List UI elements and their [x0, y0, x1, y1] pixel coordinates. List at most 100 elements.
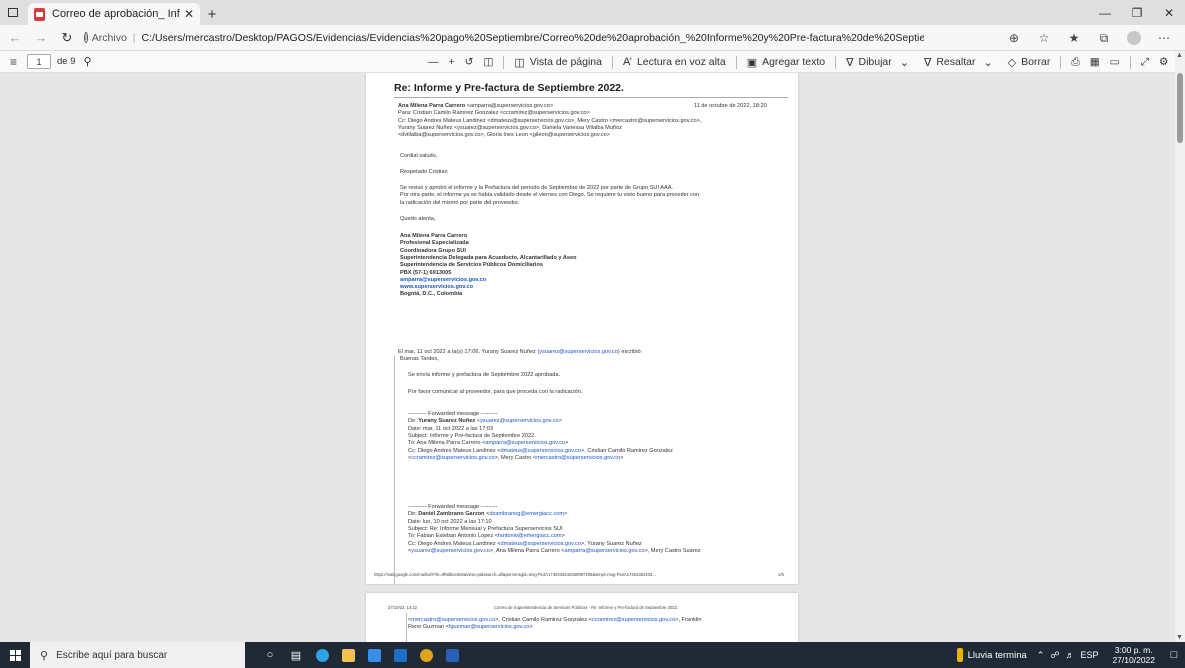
- page2-line-2: Rene Guzman <fguzman@superservicios.gov.…: [408, 624, 533, 631]
- scroll-down-icon[interactable]: ▼: [1176, 634, 1183, 641]
- divider: [394, 97, 788, 98]
- file-explorer-icon[interactable]: [335, 642, 361, 668]
- clock-date: 27/10/2022: [1112, 655, 1155, 665]
- url-separator: |: [132, 31, 136, 44]
- fwd2-cc-text-5: >, Mery Castro Suarez: [644, 547, 701, 554]
- zoom-in-button[interactable]: +: [449, 56, 455, 68]
- fwd1-cc-text: Cc: Diego Andres Mateus Landinez <: [408, 447, 501, 454]
- fit-page-icon[interactable]: ◫: [483, 56, 493, 68]
- clock[interactable]: 3:00 p. m. 27/10/2022: [1112, 645, 1155, 665]
- minimize-icon[interactable]: —: [1089, 0, 1121, 25]
- fwd1-from-link[interactable]: <ysuarez@superservicios.gov.co>: [477, 418, 562, 424]
- forward-icon[interactable]: →: [30, 27, 52, 49]
- refresh-icon[interactable]: ↻: [56, 27, 78, 49]
- rotate-icon[interactable]: ↺: [465, 56, 474, 68]
- tab-actions-menu-icon[interactable]: [0, 0, 26, 25]
- pdf-toolbar: ≡ 1 de 9 ⚲ — + ↺ ◫ ◫ Vista de página A’ Le…: [0, 51, 1185, 73]
- browser-tab[interactable]: Correo de aprobación_ Informe ✕: [28, 3, 200, 25]
- zoom-icon[interactable]: ⊕: [999, 27, 1029, 49]
- network-icon[interactable]: ☍: [1050, 650, 1059, 661]
- search-icon[interactable]: ⚲: [84, 55, 92, 68]
- url-text[interactable]: C:/Users/mercastro/Desktop/PAGOS/Evidenc…: [142, 32, 924, 44]
- signature-group: Coordinadora Grupo SUI: [400, 247, 466, 254]
- more-icon[interactable]: ⋯: [1149, 27, 1179, 49]
- new-tab-button[interactable]: +: [200, 3, 224, 25]
- save-as-icon[interactable]: ▭: [1110, 56, 1120, 68]
- fwd1-cc-link-1[interactable]: dmateus@superservicios.gov.co: [501, 448, 582, 454]
- fwd2-from-link[interactable]: dzambranog@emergiacc.com: [489, 511, 564, 517]
- p2-line1-link-1[interactable]: mercastro@superservicios.gov.co: [411, 617, 495, 623]
- fwd2-cc-link-2[interactable]: ysuarez@superservicios.gov.co: [411, 548, 490, 554]
- email-cc-3: <dvillalba@superservicios.gov.co>, Glori…: [398, 132, 611, 139]
- task-view-icon[interactable]: ▤: [283, 642, 309, 668]
- info-icon[interactable]: i: [84, 32, 88, 43]
- page-footer-number: 1/9: [778, 572, 784, 577]
- word-icon[interactable]: [439, 642, 465, 668]
- read-aloud-label: Lectura en voz alta: [636, 56, 726, 68]
- edge-icon[interactable]: [309, 642, 335, 668]
- favorite-star-icon[interactable]: ☆: [1029, 27, 1059, 49]
- email-date: 11 de octubre de 2022, 18:20: [694, 103, 767, 109]
- favorites-icon[interactable]: ★: [1059, 27, 1089, 49]
- fwd2-to-link[interactable]: fantonio@emergiacc.com: [498, 533, 562, 539]
- zoom-out-button[interactable]: —: [428, 56, 439, 68]
- taskbar-search[interactable]: ⚲ Escribe aquí para buscar: [30, 642, 245, 668]
- scroll-up-icon[interactable]: ▲: [1176, 52, 1183, 59]
- signature-email-link[interactable]: amparra@superservicios.gov.co: [400, 277, 486, 284]
- chevron-down-icon: ⌄: [983, 56, 993, 69]
- cortana-icon[interactable]: ○: [257, 642, 283, 668]
- fwd1-to-link[interactable]: amparra@superservicios.gov.co: [485, 440, 565, 446]
- p2-line2-link[interactable]: fguzman@superservicios.gov.co: [449, 624, 530, 630]
- read-aloud-button[interactable]: A’ Lectura en voz alta: [623, 56, 726, 68]
- url-field[interactable]: i Archivo | C:/Users/mercastro/Desktop/P…: [84, 28, 924, 48]
- weather-widget[interactable]: Lluvia termina: [956, 648, 1027, 662]
- fwd1-cc-link-3[interactable]: mercastro@superservicios.gov.co: [536, 455, 620, 461]
- fullscreen-icon[interactable]: ⤢: [1141, 56, 1149, 69]
- title-bar: Correo de aprobación_ Informe ✕ + — ❐ ✕: [0, 0, 1185, 25]
- scrollbar-thumb[interactable]: [1177, 73, 1183, 143]
- fwd2-to-text: To: Fabian Esteban Antonio Lopez <: [408, 533, 499, 540]
- notifications-icon[interactable]: □: [1163, 649, 1185, 661]
- greeting: Cordial saludo,: [400, 153, 438, 159]
- language-indicator[interactable]: ESP: [1080, 650, 1098, 660]
- chrome-icon[interactable]: [413, 642, 439, 668]
- profile-avatar[interactable]: [1127, 31, 1141, 45]
- quote-intro-link[interactable]: ysuarez@superservicios.gov.co: [539, 349, 618, 355]
- quote-bar: [406, 613, 407, 642]
- chevron-down-icon: ⌄: [899, 56, 909, 69]
- p2-line2-text-2: >: [529, 624, 533, 631]
- add-text-button[interactable]: ▣ Agregar texto: [747, 56, 825, 69]
- page-view-label: Vista de página: [529, 56, 602, 68]
- fwd1-cc-link-2[interactable]: ccramirez@superservicios.gov.co: [411, 455, 494, 461]
- close-tab-icon[interactable]: ✕: [184, 7, 194, 21]
- page-view-button[interactable]: ◫ Vista de página: [514, 56, 602, 69]
- draw-button[interactable]: ∇ Dibujar ⌄: [846, 56, 914, 69]
- vertical-scrollbar[interactable]: ▲ ▼: [1175, 51, 1185, 642]
- print-icon[interactable]: ⎙: [1071, 56, 1079, 69]
- save-icon[interactable]: ▦: [1090, 56, 1100, 68]
- fwd2-cc-link-3[interactable]: amparra@superservicios.gov.co: [565, 548, 645, 554]
- volume-icon[interactable]: ♬: [1065, 650, 1074, 660]
- store-icon[interactable]: [361, 642, 387, 668]
- close-window-icon[interactable]: ✕: [1153, 0, 1185, 25]
- fwd1-to-end: >: [565, 440, 569, 447]
- signature-web-link[interactable]: www.superservicios.gov.co: [400, 284, 473, 291]
- p2-line1-link-2[interactable]: ccramirez@superservicios.gov.co: [592, 617, 675, 623]
- erase-button[interactable]: ◇ Borrar: [1008, 56, 1051, 69]
- mail-icon[interactable]: [387, 642, 413, 668]
- back-icon[interactable]: ←: [4, 27, 26, 49]
- pdf-viewer[interactable]: Re: Informe y Pre-factura de Septiembre …: [0, 73, 1175, 642]
- restore-icon[interactable]: ❐: [1121, 0, 1153, 25]
- table-of-contents-icon[interactable]: ≡: [10, 55, 17, 69]
- fwd1-cc-text-4: >, Mery Castro <: [494, 454, 537, 461]
- fwd2-from-label: De:: [408, 511, 419, 518]
- fwd2-from-name: Daniel Zambrano Garzon: [418, 511, 485, 518]
- page-number-input[interactable]: 1: [27, 54, 52, 69]
- settings-gear-icon[interactable]: ⚙: [1159, 56, 1168, 68]
- fwd2-cc-link-1[interactable]: dmateus@superservicios.gov.co: [501, 541, 582, 547]
- highlight-button[interactable]: ∇ Resaltar ⌄: [924, 56, 998, 69]
- chevron-up-icon[interactable]: ⌃: [1037, 650, 1045, 661]
- windows-start-icon[interactable]: [0, 642, 30, 668]
- quote-greeting: Buenas Tardes,: [400, 356, 439, 363]
- collections-icon[interactable]: ⧉: [1089, 27, 1119, 49]
